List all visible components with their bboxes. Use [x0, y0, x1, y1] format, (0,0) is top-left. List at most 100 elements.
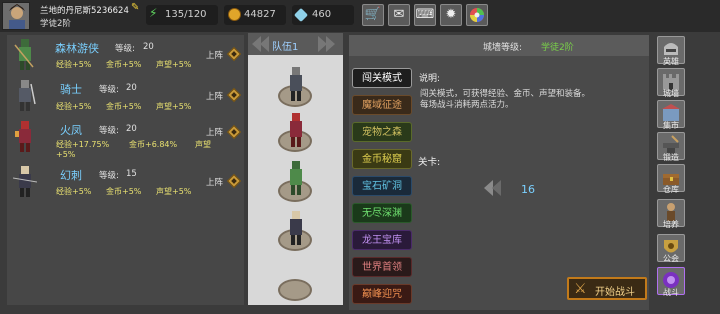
hero-name: 骑士: [60, 83, 82, 96]
hero-level-label: 等级:: [99, 85, 119, 95]
hero-level: 20: [143, 42, 154, 52]
bonus-gold: 金币+6.84%: [129, 140, 178, 149]
start-battle-label: 开始战斗: [595, 287, 635, 298]
bonus-exp: 经验+5%: [56, 60, 92, 69]
mode-pet-forest[interactable]: 宠物之森: [352, 122, 412, 142]
gem-counter: 460: [292, 5, 354, 25]
hero-level: 20: [126, 124, 137, 134]
description-heading: 说明:: [419, 74, 441, 84]
gamepad-icon: ⌨: [415, 7, 435, 22]
shop-button[interactable]: 🛒: [362, 4, 384, 26]
hero-name: 幻刺: [60, 169, 82, 182]
diamond-select-icon[interactable]: [226, 173, 242, 189]
bonus-exp: 经验+5%: [56, 102, 92, 111]
prev-stage-arrow-icon-2: [492, 180, 501, 196]
stage-label: 关卡:: [418, 157, 441, 168]
wall-level-value: 学徒2阶: [541, 43, 574, 53]
bonus-exp: 经验+17.75%: [56, 140, 110, 149]
mode-dragon-vault[interactable]: 龙王宝库: [352, 230, 412, 250]
settings-icon: ✹: [445, 7, 457, 22]
edit-name-icon[interactable]: ✎: [131, 2, 142, 13]
deploy-button[interactable]: 上阵: [206, 90, 223, 102]
fire-phoenix-unit-icon: [290, 113, 302, 147]
sidebar-wall-label: 城墙: [663, 89, 679, 98]
sidebar-market-label: 集市: [663, 121, 679, 130]
bonus-gold: 金币+5%: [106, 60, 142, 69]
wall-level-label: 城墙等级:: [483, 43, 523, 53]
bonus-fame-value: +5%: [56, 150, 76, 159]
bonus-fame: 声望+5%: [156, 187, 192, 196]
energy-counter: ⚡ 135/120: [146, 5, 218, 25]
sidebar-train-label: 培养: [663, 220, 679, 229]
team-slots: [248, 55, 343, 305]
settings-button[interactable]: ✹: [440, 4, 462, 26]
diamond-select-icon[interactable]: [226, 46, 242, 62]
forest-ranger-unit-icon: [290, 161, 302, 195]
deploy-button[interactable]: 上阵: [206, 126, 223, 138]
energy-icon: ⚡: [149, 6, 158, 20]
hero-level: 20: [126, 83, 137, 93]
mode-world-boss[interactable]: 世界首领: [352, 257, 412, 277]
avatar-portrait-icon: [3, 3, 29, 29]
sidebar-hero-label: 英雄: [663, 57, 679, 66]
hero-level-label: 等级:: [99, 171, 119, 181]
hero-list: 森林游侠 等级: 20 经验+5% 金币+5% 声望+5% 上阵 骑士 等级: …: [7, 35, 244, 305]
next-team-arrow-icon-2: [326, 36, 335, 52]
hero-name: 森林游侠: [55, 42, 99, 55]
shop-cart-icon: 🛒: [364, 7, 382, 22]
hero-row-knight[interactable]: 骑士 等级: 20 经验+5% 金币+5% 声望+5% 上阵: [7, 76, 244, 116]
gold-coin-icon: [228, 8, 241, 21]
hero-level-label: 等级:: [115, 44, 135, 54]
bonus-exp: 经验+5%: [56, 187, 92, 196]
mode-endless-abyss[interactable]: 无尽深渊: [352, 203, 412, 223]
stage-value: 16: [521, 183, 535, 196]
sidebar-battle-label: 战斗: [663, 288, 679, 297]
sidebar-guild-label: 公会: [663, 254, 679, 263]
player-rank: 学徒2阶: [40, 19, 71, 29]
description-line-2: 每场战斗消耗两点活力。: [420, 100, 514, 110]
diamond-select-icon[interactable]: [226, 124, 242, 140]
hero-level-label: 等级:: [99, 126, 119, 136]
bonus-gold: 金币+5%: [106, 187, 142, 196]
hero-name: 火凤: [60, 124, 82, 137]
sidebar-forge-label: 锻造: [663, 153, 679, 162]
hero-row-forest-ranger[interactable]: 森林游侠 等级: 20 经验+5% 金币+5% 声望+5% 上阵: [7, 35, 244, 75]
color-wheel-icon: [470, 8, 484, 22]
fire-phoenix-sprite-icon: [15, 121, 31, 152]
start-battle-button[interactable]: ⚔ 开始战斗: [567, 277, 647, 300]
color-button[interactable]: [466, 4, 488, 26]
bonus-gold: 金币+5%: [106, 102, 142, 111]
knight-sprite-icon: [19, 80, 36, 111]
team-label: 队伍1: [272, 42, 299, 53]
gold-value: 44827: [244, 9, 276, 20]
team-slot-5[interactable]: [278, 279, 312, 301]
crossed-swords-icon: ⚔: [574, 281, 587, 297]
phantom-assassin-sprite-icon: [13, 166, 37, 197]
mode-gold-cave[interactable]: 金币秘窟: [352, 149, 412, 169]
gamepad-button[interactable]: ⌨: [414, 4, 436, 26]
mode-peak-curse[interactable]: 巅峰迎咒: [352, 284, 412, 304]
hero-row-fire-phoenix[interactable]: 火凤 等级: 20 经验+17.75% 金币+6.84% 声望 +5% 上阵: [7, 117, 244, 161]
deploy-button[interactable]: 上阵: [206, 176, 223, 188]
hero-level: 15: [126, 169, 137, 179]
gold-counter: 44827: [224, 5, 286, 25]
bonus-fame: 声望+5%: [156, 60, 192, 69]
mode-gem-mine[interactable]: 宝石矿洞: [352, 176, 412, 196]
phantom-assassin-unit-icon: [290, 211, 302, 245]
player-name: 兰地的丹尼斯5236624: [40, 6, 129, 16]
deploy-button[interactable]: 上阵: [206, 49, 223, 61]
mail-icon: ✉: [393, 7, 405, 22]
sidebar-storage-label: 仓库: [663, 185, 679, 194]
bonus-fame: 声望: [195, 140, 211, 149]
mode-adventure[interactable]: 闯关模式: [352, 68, 412, 88]
knight-unit-icon: [290, 67, 302, 101]
bonus-fame: 声望+5%: [156, 102, 192, 111]
diamond-select-icon[interactable]: [226, 87, 242, 103]
forest-ranger-sprite-icon: [14, 39, 34, 70]
mail-button[interactable]: ✉: [388, 4, 410, 26]
player-avatar[interactable]: [2, 2, 30, 30]
hero-row-phantom-assassin[interactable]: 幻刺 等级: 15 经验+5% 金币+5% 声望+5% 上阵: [7, 162, 244, 202]
prev-team-arrow-icon-2: [260, 36, 269, 52]
gem-value: 460: [312, 9, 332, 20]
mode-demon-realm[interactable]: 魔域征途: [352, 95, 412, 115]
